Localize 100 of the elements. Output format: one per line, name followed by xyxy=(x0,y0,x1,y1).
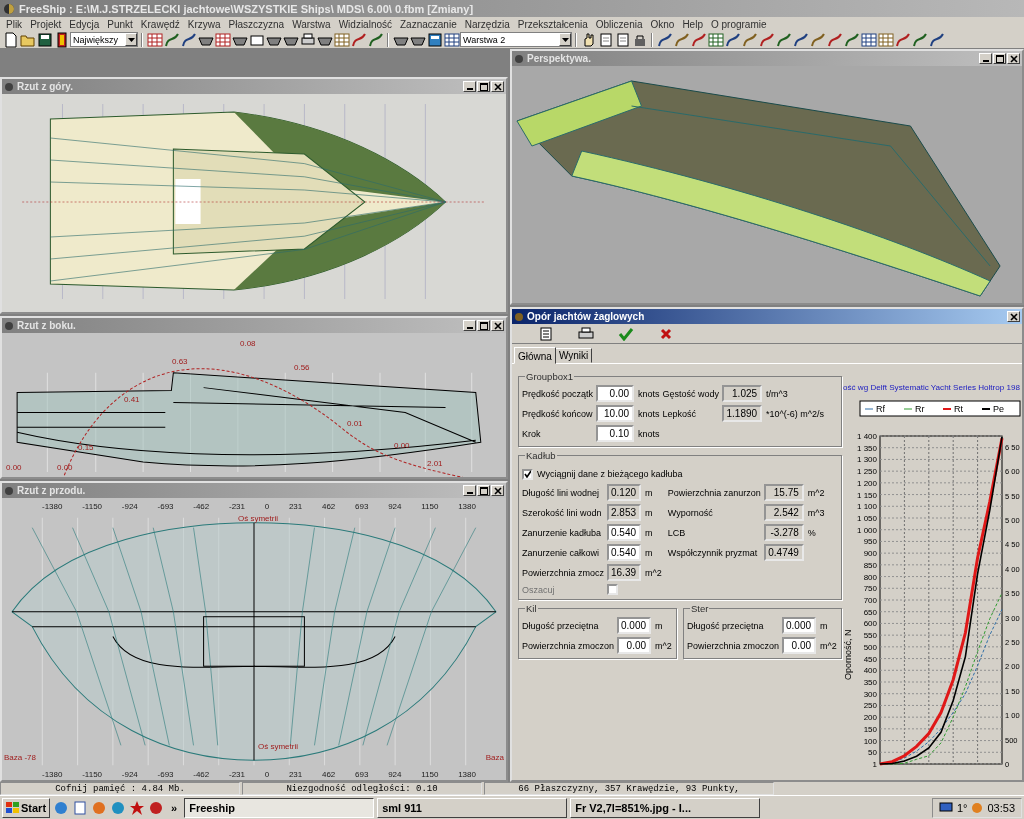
axis-tick-label: -231 xyxy=(229,502,245,511)
axis-tick-label: -693 xyxy=(157,770,174,779)
input-field[interactable]: 0.540 xyxy=(607,544,642,561)
menu-item[interactable]: Widzialność xyxy=(334,18,396,30)
layer-dropdown[interactable]: Warstwa 2 xyxy=(460,32,572,47)
y-tick-label: 400 xyxy=(863,666,877,676)
unit-label: m xyxy=(819,620,829,631)
input-field[interactable]: 0.00 xyxy=(596,385,635,402)
y-tick-label: 650 xyxy=(863,607,877,617)
readonly-field[interactable]: 15.75 xyxy=(763,484,804,501)
y-tick-label: 50 xyxy=(868,748,877,758)
readonly-field[interactable]: 2.853 xyxy=(607,504,642,521)
menu-item[interactable]: Punkt xyxy=(103,18,137,30)
menu-item[interactable]: Zaznaczanie xyxy=(396,18,461,30)
y-tick-label: 700 xyxy=(863,596,877,605)
field-label: Powierzchnia zmoczon xyxy=(522,640,615,651)
y-tick-label: 550 xyxy=(863,631,877,641)
y-tick-label: 1 250 xyxy=(856,467,877,477)
menu-item[interactable]: Edycja xyxy=(65,18,104,30)
y-tick-label: 350 xyxy=(863,678,877,687)
axis-tick-label: 462 xyxy=(321,770,336,779)
menu-item[interactable]: Warstwa xyxy=(288,18,335,30)
status-text: Niezgodność odległości: 0.10 xyxy=(242,782,482,795)
input-field[interactable]: 0.00 xyxy=(782,637,817,654)
unit-label: *10^(-6) m^2/s xyxy=(765,408,825,419)
axis-tick-label: -924 xyxy=(121,770,138,779)
taskbar-button[interactable]: Freeship xyxy=(184,797,375,818)
y-tick-label: 150 xyxy=(863,724,877,734)
axis-tick-label: -231 xyxy=(229,770,245,779)
y-tick-label: 1 000 xyxy=(856,525,877,535)
y-tick-label: 450 xyxy=(863,654,877,664)
menu-item[interactable]: Krzywa xyxy=(183,18,225,30)
input-field[interactable]: 0.000 xyxy=(782,617,817,634)
tab[interactable]: Główna xyxy=(514,347,556,364)
tray-text: 1° xyxy=(956,801,968,814)
group-title: Kadłub xyxy=(525,450,557,461)
input-field[interactable]: 0.10 xyxy=(596,425,635,442)
readonly-field[interactable]: 1.1890 xyxy=(722,405,763,422)
curve-value-label: 0.00 xyxy=(6,463,22,472)
menu-item[interactable]: Plik xyxy=(2,18,27,30)
menu-item[interactable]: Okno xyxy=(646,18,679,30)
readonly-field[interactable]: 0.4749 xyxy=(763,544,804,561)
axis-tick-label: 924 xyxy=(388,502,402,511)
y-tick-label: 100 xyxy=(863,736,877,746)
unit-label: knots xyxy=(637,408,660,419)
menu-item[interactable]: Przekształcenia xyxy=(513,18,592,30)
group-title: Kil xyxy=(525,603,538,614)
menu-item[interactable]: O programie xyxy=(706,18,771,30)
axis-tick-label: 231 xyxy=(288,502,303,511)
menu-item[interactable]: Help xyxy=(678,18,707,30)
y-tick-label: 200 xyxy=(863,713,877,723)
curve-value-label: 0.15 xyxy=(78,443,94,452)
menu-item[interactable]: Płaszczyzna xyxy=(224,18,289,30)
input-field[interactable]: 0.540 xyxy=(607,524,642,541)
window-title: Rzut z góry. xyxy=(17,81,74,92)
menu-item[interactable]: Obliczenia xyxy=(591,18,647,30)
zoom-dropdown[interactable]: Największy xyxy=(70,32,138,47)
taskbar-button[interactable]: Fr V2,7l=851%.jpg - I... xyxy=(570,797,761,818)
field-label: Wyporność xyxy=(667,507,714,518)
more-button[interactable]: » xyxy=(167,801,182,814)
estimate-label: Oszacuj xyxy=(522,584,556,595)
baseline-label: Baza xyxy=(485,753,504,762)
taskbar-button[interactable]: sml 911 xyxy=(377,797,568,818)
menu-item[interactable]: Projekt xyxy=(26,18,66,30)
axis-tick-label: 1380 xyxy=(458,770,476,779)
y-tick-label: 600 xyxy=(863,619,877,629)
baseline-label: Baza -78 xyxy=(4,753,37,762)
y-tick-label: 850 xyxy=(863,560,877,570)
y-axis-title: Oporność, N xyxy=(843,629,853,680)
readonly-field[interactable]: 1.025 xyxy=(722,385,763,402)
field-label: Szerokość lini wodn xyxy=(522,507,603,518)
input-field[interactable]: 10.00 xyxy=(596,405,635,422)
start-button[interactable]: Start xyxy=(2,797,51,818)
axis-tick-label: -462 xyxy=(193,502,210,511)
curve-value-label: 0.00 xyxy=(57,463,73,472)
curve-value-label: 0.08 xyxy=(240,339,256,348)
field-label: Zanurzenie całkowi xyxy=(522,547,601,558)
input-field[interactable]: 0.00 xyxy=(617,637,652,654)
readonly-field[interactable]: 0.120 xyxy=(607,484,642,501)
y-tick-label: 900 xyxy=(863,549,877,559)
axis-tick-label: -462 xyxy=(193,770,210,779)
window-title: Rzut z boku. xyxy=(17,320,77,331)
menu-item[interactable]: Narzędzia xyxy=(460,18,514,30)
axis-tick-label: 1150 xyxy=(421,770,439,779)
readonly-field[interactable]: 2.542 xyxy=(763,504,804,521)
axis-tick-label: -1150 xyxy=(82,770,103,779)
y-tick-label: 750 xyxy=(863,584,877,594)
window-title: FreeShip : E:\M.J.STRZELECKI jachtowe\WSZYSTKIE Ships\ MDS\ 6.00\ 0.fbm [Zmiany] xyxy=(19,2,474,15)
readonly-field[interactable]: 16.39 xyxy=(607,564,642,581)
tab[interactable]: Wyniki xyxy=(554,348,593,363)
group-title: Ster xyxy=(690,603,710,614)
readonly-field[interactable]: -3.278 xyxy=(763,524,804,541)
menu-item[interactable]: Krawędź xyxy=(136,18,184,30)
y-tick-label: 250 xyxy=(863,701,877,711)
axis-tick-label: 1150 xyxy=(421,502,439,511)
axis-tick-label: 462 xyxy=(321,502,336,511)
curve-value-label: 0.63 xyxy=(172,357,188,366)
y-tick-label: 1 xyxy=(872,759,877,769)
window-title: Rzut z przodu. xyxy=(17,485,87,496)
input-field[interactable]: 0.000 xyxy=(617,617,652,634)
